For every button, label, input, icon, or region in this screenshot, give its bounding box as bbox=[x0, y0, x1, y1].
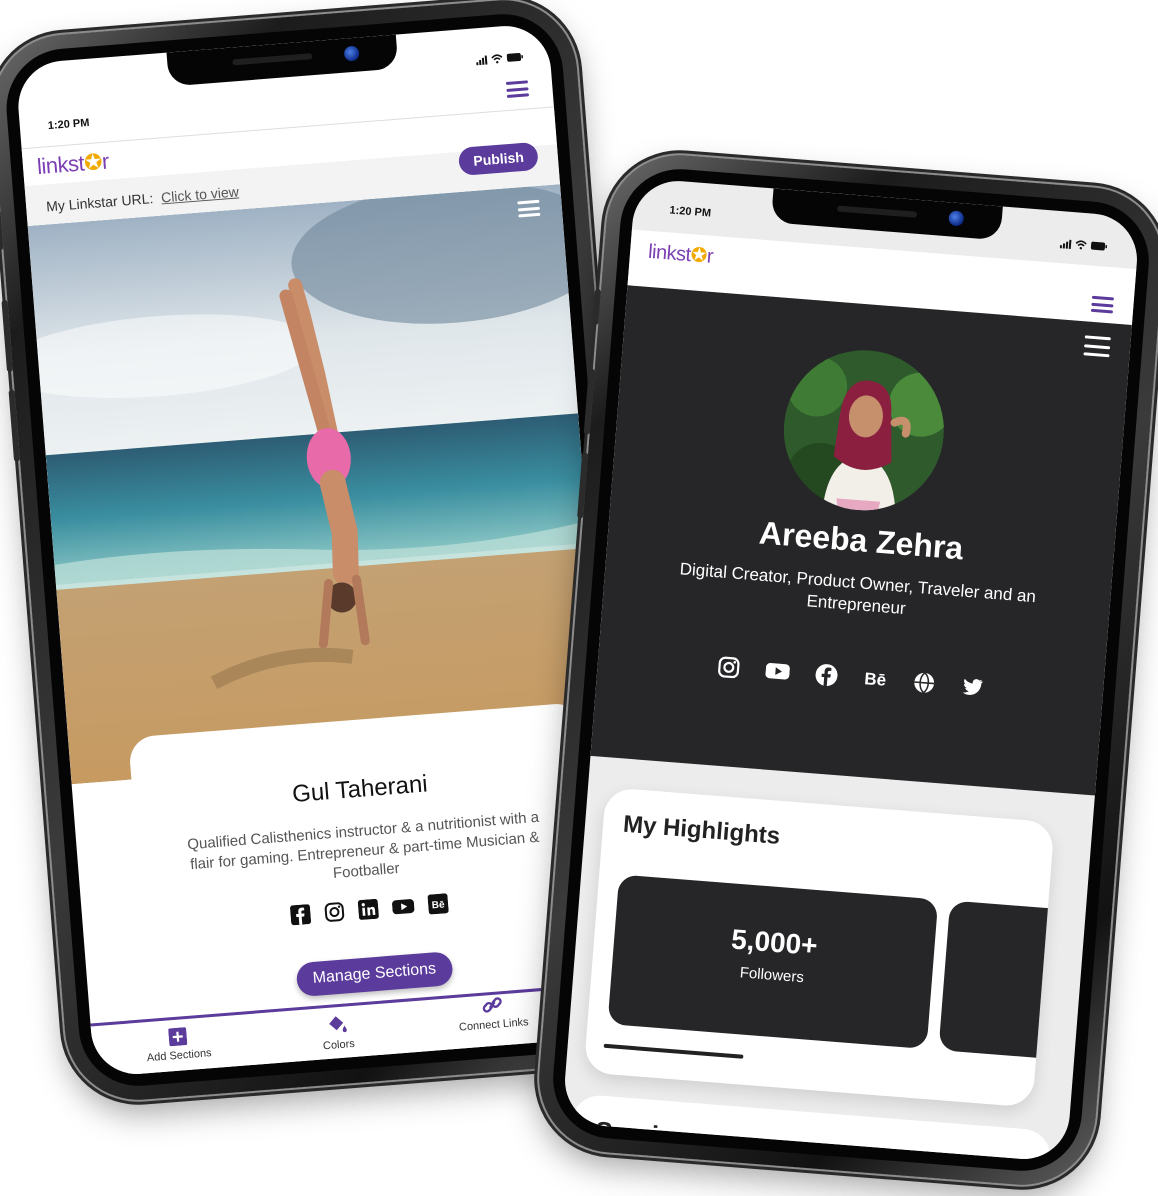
linkstar-logo[interactable]: linkst✪r bbox=[647, 239, 714, 269]
highlights-card: My Highlights 5,000+ Followers bbox=[583, 787, 1055, 1108]
nav-colors[interactable]: Colors bbox=[287, 1011, 390, 1055]
paint-bucket-icon bbox=[329, 1016, 347, 1033]
twitter-icon[interactable] bbox=[960, 675, 984, 699]
signal-wifi-battery-icon bbox=[1059, 239, 1108, 251]
mute-switch bbox=[0, 210, 4, 251]
profile-hero: Areeba Zehra Digital Creator, Product Ow… bbox=[590, 285, 1132, 796]
url-label: My Linkstar URL: bbox=[45, 190, 154, 215]
behance-icon[interactable]: Bē bbox=[863, 667, 889, 691]
globe-icon[interactable] bbox=[912, 671, 936, 695]
manage-sections-button[interactable]: Manage Sections bbox=[295, 951, 454, 998]
svg-text:Bē: Bē bbox=[431, 899, 445, 911]
status-icons bbox=[476, 51, 525, 67]
plus-square-icon bbox=[168, 1027, 188, 1047]
volume-down-button bbox=[8, 389, 21, 462]
youtube-icon[interactable] bbox=[765, 659, 791, 683]
cover-photo bbox=[27, 184, 604, 785]
nav-label: Add Sections bbox=[146, 1047, 213, 1065]
cover-menu-icon[interactable] bbox=[517, 199, 541, 218]
phone-right: 1:20 PM linkst✪r Areeba Zehra Digital Cr… bbox=[533, 149, 1158, 1191]
logo-text: linkst bbox=[647, 240, 692, 267]
highlight-tile-next[interactable] bbox=[938, 900, 1055, 1060]
instagram-icon[interactable] bbox=[324, 901, 346, 923]
beach-handstand-photo bbox=[27, 184, 604, 785]
menu-icon[interactable] bbox=[505, 80, 530, 99]
logo-text-end: r bbox=[705, 245, 714, 268]
logo-star-icon: ✪ bbox=[83, 149, 103, 176]
behance-icon[interactable]: Bē bbox=[427, 893, 449, 915]
youtube-icon[interactable] bbox=[391, 896, 415, 918]
hero-menu-icon[interactable] bbox=[1083, 335, 1111, 358]
nav-add-sections[interactable]: Add Sections bbox=[127, 1024, 229, 1066]
facebook-icon[interactable] bbox=[815, 663, 839, 687]
menu-icon[interactable] bbox=[1090, 295, 1115, 314]
highlights-title: My Highlights bbox=[622, 810, 782, 850]
url-row: My Linkstar URL: Click to view bbox=[46, 183, 240, 214]
nav-label: Connect Links bbox=[458, 1016, 530, 1034]
url-link[interactable]: Click to view bbox=[160, 183, 239, 205]
linkstar-logo[interactable]: linkst✪r bbox=[36, 148, 110, 180]
carousel-scroll-indicator[interactable] bbox=[603, 1043, 744, 1059]
logo-text-end: r bbox=[100, 148, 110, 174]
profile-bio: Qualified Calisthenics instructor & a nu… bbox=[186, 808, 540, 883]
volume-up-button bbox=[1, 299, 14, 373]
status-icons bbox=[1059, 237, 1109, 253]
screen: 1:20 PM linkst✪r My Linkstar URL: Click … bbox=[14, 22, 628, 1078]
social-icons-row: Bē bbox=[597, 646, 1103, 708]
nav-connect-links[interactable]: Connect Links bbox=[432, 990, 554, 1035]
publish-button[interactable]: Publish bbox=[458, 141, 539, 176]
status-time: 1:20 PM bbox=[47, 116, 90, 133]
avatar bbox=[777, 344, 950, 517]
status-time: 1:20 PM bbox=[669, 204, 712, 220]
logo-star-icon: ✪ bbox=[689, 244, 708, 268]
signal-wifi-battery-icon bbox=[476, 52, 524, 66]
highlight-tile[interactable]: 5,000+ Followers bbox=[607, 874, 939, 1050]
svg-text:Bē: Bē bbox=[864, 669, 887, 690]
logo-text: linkst bbox=[36, 150, 86, 180]
nav-label: Colors bbox=[322, 1037, 356, 1053]
link-icon bbox=[482, 997, 502, 1013]
linkedin-icon[interactable] bbox=[357, 898, 380, 921]
instagram-icon[interactable] bbox=[717, 656, 741, 680]
screen: 1:20 PM linkst✪r Areeba Zehra Digital Cr… bbox=[561, 177, 1141, 1163]
facebook-icon[interactable] bbox=[290, 904, 312, 926]
